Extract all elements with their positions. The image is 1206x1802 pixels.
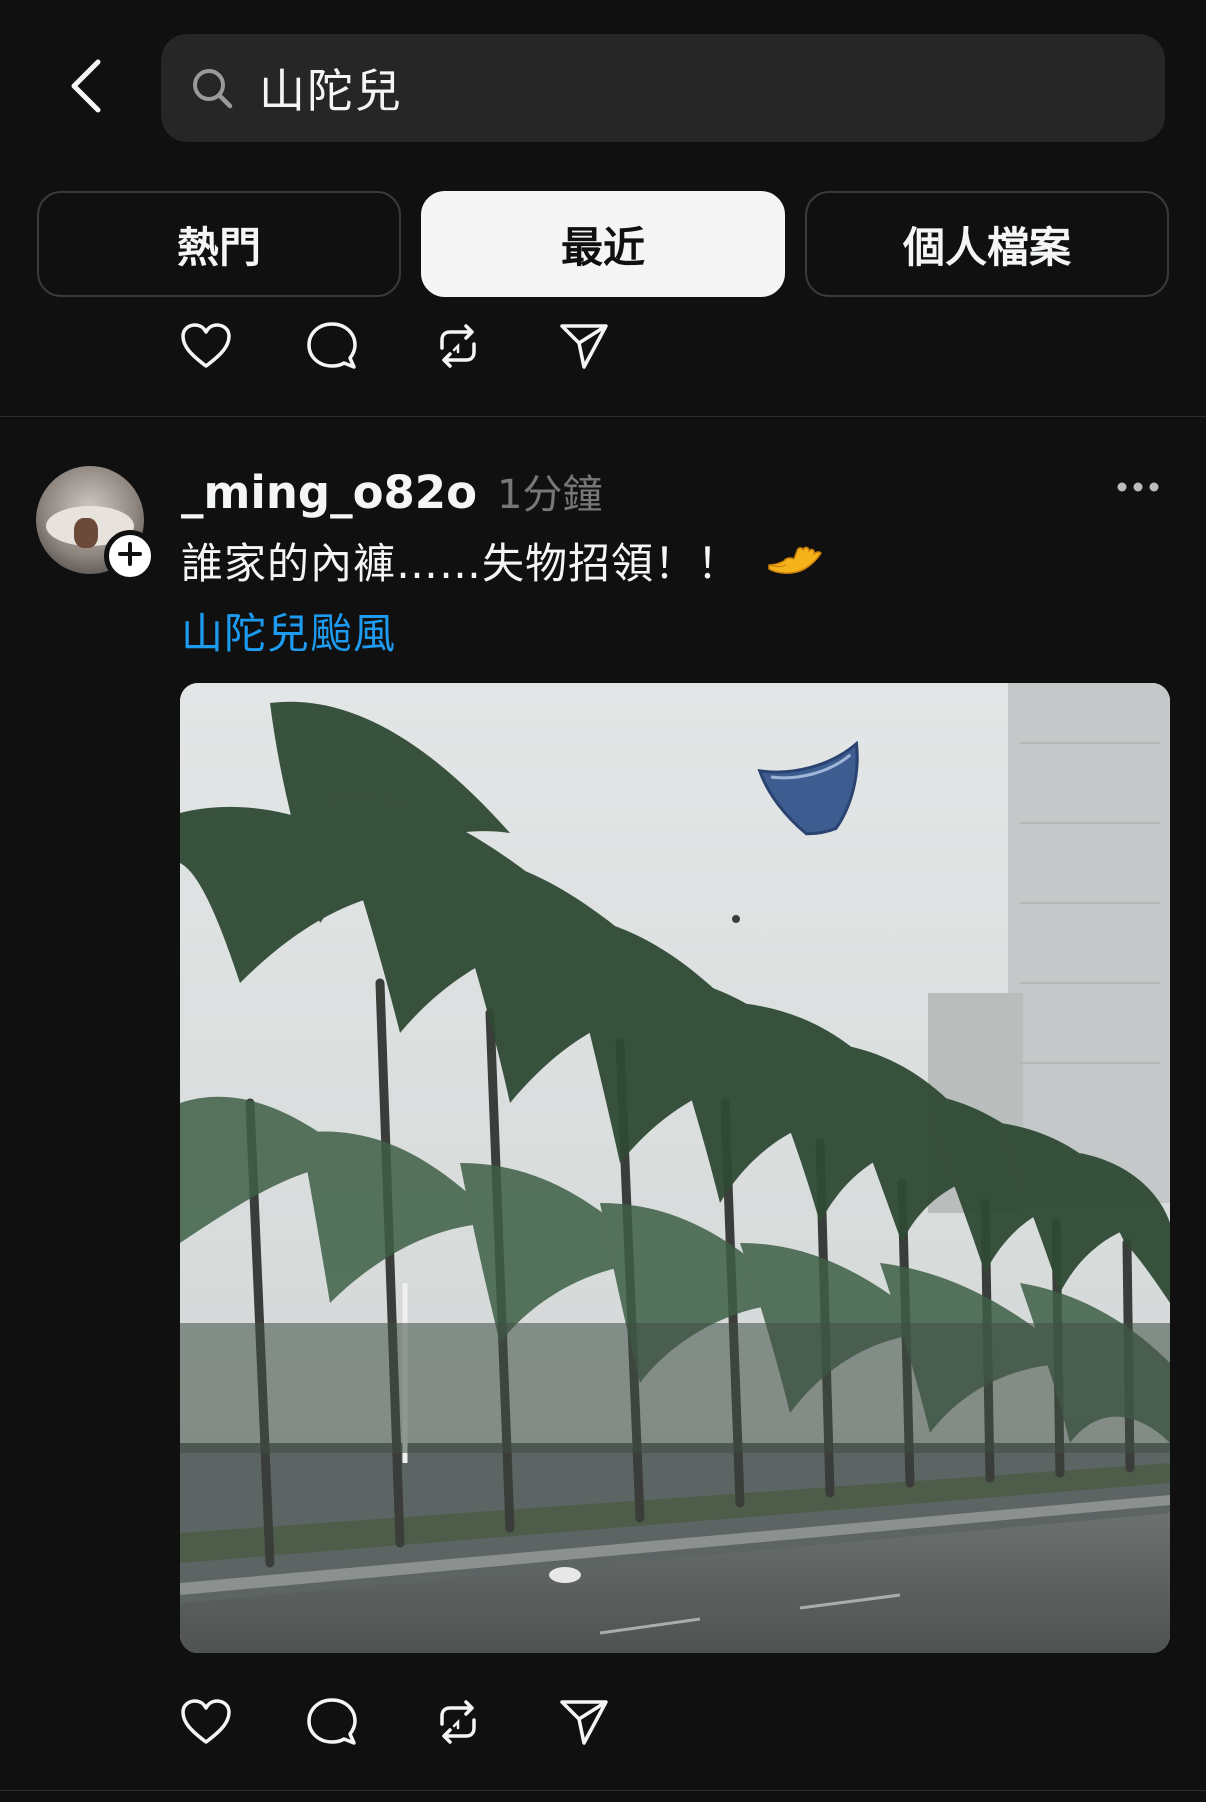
heart-icon [180,1698,232,1750]
share-icon [558,1697,610,1751]
caption-text: 誰家的內褲……失物招領！！ [181,539,741,588]
previous-post-actions [180,322,610,374]
post-timestamp: 1分鐘 [497,472,603,518]
post-actions [180,1698,610,1750]
like-button[interactable] [180,322,232,374]
tab-profiles[interactable]: 個人檔案 [805,191,1169,297]
repost-icon [432,320,484,376]
share-button[interactable] [558,1698,610,1750]
post-caption: 誰家的內褲……失物招領！！ [181,530,824,591]
username[interactable]: _ming_o82o [181,466,477,519]
comment-icon [306,1696,358,1752]
comment-button[interactable] [306,322,358,374]
more-options-button[interactable] [1110,470,1166,504]
post-divider [0,1790,1206,1791]
repost-button[interactable] [432,1698,484,1750]
comment-icon [306,320,358,376]
post-photo[interactable] [180,683,1170,1653]
search-bar[interactable]: 山陀兒 [161,34,1165,142]
back-button[interactable] [56,55,116,121]
chevron-left-icon [66,56,106,120]
open-palm-up-emoji-icon [766,543,824,579]
hashtag-link[interactable]: 山陀兒颱風 [181,600,396,661]
search-tabs: 熱門 最近 個人檔案 [37,191,1169,299]
post-header: _ming_o82o 1分鐘 [181,462,602,520]
follow-button[interactable] [104,530,156,582]
threads-search-page: 山陀兒 熱門 最近 個人檔案 _ming_o82o 1分鐘 誰家的內褲……失物招… [0,0,1206,1802]
repost-button[interactable] [432,322,484,374]
like-button[interactable] [180,1698,232,1750]
share-button[interactable] [558,322,610,374]
repost-icon [432,1696,484,1752]
typhoon-scene-image [180,683,1170,1653]
post-divider [0,416,1206,417]
search-input[interactable]: 山陀兒 [259,55,403,121]
heart-icon [180,322,232,374]
plus-icon [117,541,143,571]
more-horizontal-icon [1116,478,1160,497]
comment-button[interactable] [306,1698,358,1750]
search-icon [189,65,235,111]
tab-recent[interactable]: 最近 [421,191,785,297]
tab-popular[interactable]: 熱門 [37,191,401,297]
share-icon [558,321,610,375]
